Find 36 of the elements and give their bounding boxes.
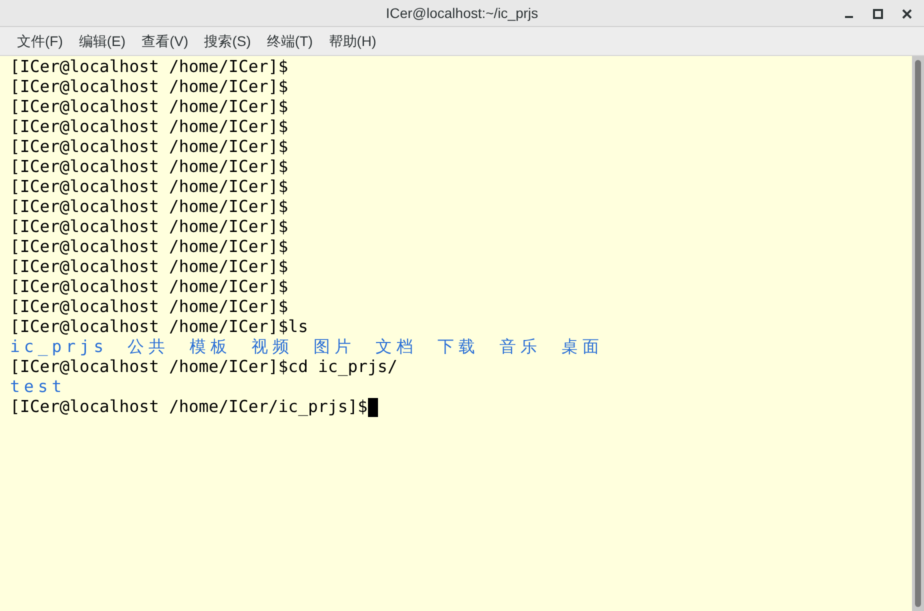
menu-item[interactable]: 编辑(E) — [72, 30, 133, 52]
directory-name: 音乐 — [500, 337, 542, 357]
scrollbar[interactable] — [912, 56, 924, 611]
prompt-line: [ICer@localhost /home/ICer]$ls — [10, 317, 308, 337]
prompt-line: [ICer@localhost /home/ICer]$ — [10, 237, 288, 257]
prompt-line: [ICer@localhost /home/ICer]$ — [10, 117, 288, 137]
directory-name: 文档 — [376, 337, 418, 357]
directory-name: ic_prjs — [10, 337, 108, 357]
directory-name: test — [10, 377, 66, 397]
menu-item[interactable]: 终端(T) — [260, 30, 320, 52]
maximize-icon[interactable] — [873, 8, 883, 18]
close-icon[interactable] — [902, 8, 912, 18]
prompt-line: [ICer@localhost /home/ICer]$ — [10, 257, 288, 277]
menu-item[interactable]: 帮助(H) — [322, 30, 384, 52]
menu-item[interactable]: 搜索(S) — [197, 30, 258, 52]
prompt-line: [ICer@localhost /home/ICer]$ — [10, 97, 288, 117]
menu-item[interactable]: 查看(V) — [134, 30, 196, 52]
prompt-line: [ICer@localhost /home/ICer]$ — [10, 177, 288, 197]
prompt-line: [ICer@localhost /home/ICer/ic_prjs]$ — [10, 397, 368, 417]
prompt-line: [ICer@localhost /home/ICer]$ — [10, 297, 288, 317]
prompt-line: [ICer@localhost /home/ICer]$ — [10, 137, 288, 157]
prompt-line: [ICer@localhost /home/ICer]$ — [10, 217, 288, 237]
prompt-line: [ICer@localhost /home/ICer]$ — [10, 277, 288, 297]
prompt-line: [ICer@localhost /home/ICer]$cd ic_prjs/ — [10, 357, 398, 377]
window-title: ICer@localhost:~/ic_prjs — [386, 4, 538, 23]
menu-item[interactable]: 文件(F) — [10, 30, 70, 52]
directory-name: 公共 — [128, 337, 170, 357]
directory-name: 图片 — [314, 337, 356, 357]
prompt-line: [ICer@localhost /home/ICer]$ — [10, 197, 288, 217]
directory-name: 桌面 — [562, 337, 604, 357]
directory-name: 下载 — [438, 337, 480, 357]
prompt-line: [ICer@localhost /home/ICer]$ — [10, 57, 288, 77]
directory-name: 视频 — [252, 337, 294, 357]
prompt-line: [ICer@localhost /home/ICer]$ — [10, 77, 288, 97]
directory-name: 模板 — [190, 337, 232, 357]
prompt-line: [ICer@localhost /home/ICer]$ — [10, 157, 288, 177]
